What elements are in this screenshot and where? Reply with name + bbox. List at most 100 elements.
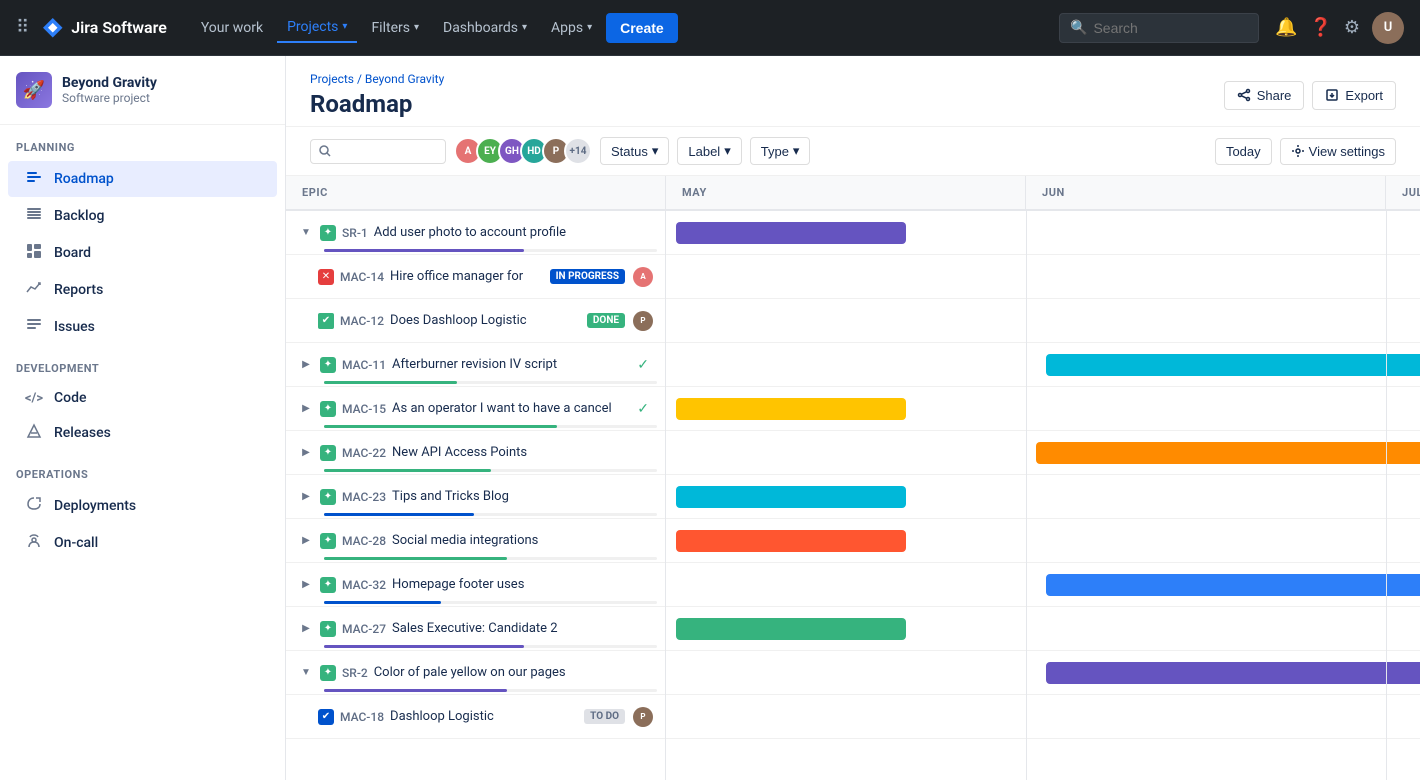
timeline-row-mac23 — [666, 475, 1420, 519]
epic-row-mac27[interactable]: ▶ ✦ MAC-27 Sales Executive: Candidate 2 — [286, 607, 665, 651]
export-button[interactable]: Export — [1312, 81, 1396, 110]
status-filter-button[interactable]: Status ▾ — [600, 137, 669, 165]
expand-mac32[interactable]: ▶ — [298, 577, 314, 593]
expand-sr1[interactable]: ▼ — [298, 225, 314, 241]
mac14-type-icon: ✕ — [318, 269, 334, 285]
nav-dashboards[interactable]: Dashboards ▾ — [433, 14, 537, 42]
expand-sr2[interactable]: ▼ — [298, 665, 314, 681]
expand-mac22[interactable]: ▶ — [298, 445, 314, 461]
projects-chevron-icon: ▾ — [342, 21, 347, 32]
filters-bar: A EY GH HD P +14 Status ▾ Label ▾ Type ▾… — [286, 127, 1420, 176]
nav-your-work[interactable]: Your work — [191, 14, 273, 42]
mac15-type-icon: ✦ — [320, 401, 336, 417]
timeline-row-mac18 — [666, 695, 1420, 739]
expand-mac11[interactable]: ▶ — [298, 357, 314, 373]
expand-mac23[interactable]: ▶ — [298, 489, 314, 505]
mac32-name: Homepage footer uses — [392, 577, 653, 592]
bar-sr1[interactable] — [676, 222, 906, 244]
bar-mac28[interactable] — [676, 530, 906, 552]
mac22-name: New API Access Points — [392, 445, 653, 460]
search-box[interactable]: 🔍 — [1059, 13, 1259, 43]
month-jul: JUL — [1386, 176, 1420, 209]
sidebar-item-code[interactable]: </> Code — [8, 382, 277, 414]
view-settings-button[interactable]: View settings — [1280, 138, 1396, 165]
sidebar-item-backlog[interactable]: Backlog — [8, 198, 277, 234]
page-title: Roadmap — [310, 90, 444, 118]
bar-mac22[interactable] — [1036, 442, 1420, 464]
bar-mac32[interactable] — [1046, 574, 1420, 596]
nav-projects[interactable]: Projects ▾ — [277, 13, 357, 43]
today-button[interactable]: Today — [1215, 138, 1272, 165]
planning-section-label: PLANNING — [0, 125, 285, 160]
type-chevron-icon: ▾ — [793, 143, 800, 159]
notifications-icon[interactable]: 🔔 — [1275, 17, 1297, 38]
sidebar-item-reports[interactable]: Reports — [8, 272, 277, 308]
epic-row-mac22[interactable]: ▶ ✦ MAC-22 New API Access Points — [286, 431, 665, 475]
code-icon: </> — [24, 391, 44, 406]
mac23-progress — [324, 513, 657, 516]
mac15-progress — [324, 425, 657, 428]
mac12-avatar: P — [633, 311, 653, 331]
epic-row-mac11[interactable]: ▶ ✦ MAC-11 Afterburner revision IV scrip… — [286, 343, 665, 387]
mac22-id: MAC-22 — [342, 446, 386, 460]
search-input[interactable] — [1093, 20, 1233, 36]
help-icon[interactable]: ❓ — [1309, 17, 1331, 38]
epic-row-mac28[interactable]: ▶ ✦ MAC-28 Social media integrations — [286, 519, 665, 563]
mac28-name: Social media integrations — [392, 533, 653, 548]
epic-row-sr2[interactable]: ▼ ✦ SR-2 Color of pale yellow on our pag… — [286, 651, 665, 695]
sr1-name: Add user photo to account profile — [374, 225, 653, 240]
board-icon — [24, 243, 44, 263]
filter-text-input[interactable] — [337, 144, 437, 159]
label-chevron-icon: ▾ — [724, 143, 731, 159]
nav-apps[interactable]: Apps ▾ — [541, 14, 602, 42]
settings-icon[interactable]: ⚙ — [1344, 17, 1360, 38]
mac14-avatar: A — [633, 267, 653, 287]
breadcrumb-beyond-gravity[interactable]: Beyond Gravity — [365, 72, 444, 86]
bar-mac11[interactable] — [1046, 354, 1420, 376]
sidebar-item-issues[interactable]: Issues — [8, 309, 277, 345]
epic-row-mac15[interactable]: ▶ ✦ MAC-15 As an operator I want to have… — [286, 387, 665, 431]
mac11-type-icon: ✦ — [320, 357, 336, 373]
create-button[interactable]: Create — [606, 13, 678, 43]
jira-logo[interactable]: Jira Software — [41, 16, 167, 40]
label-filter-button[interactable]: Label ▾ — [677, 137, 741, 165]
sidebar-item-releases[interactable]: Releases — [8, 415, 277, 451]
mac32-progress — [324, 601, 657, 604]
bar-mac27[interactable] — [676, 618, 906, 640]
jun-jul-divider — [1386, 211, 1387, 780]
timeline-row-mac32 — [666, 563, 1420, 607]
epic-row-mac23[interactable]: ▶ ✦ MAC-23 Tips and Tricks Blog — [286, 475, 665, 519]
epic-row-mac12[interactable]: ✔ MAC-12 Does Dashloop Logistic DONE P — [286, 299, 665, 343]
nav-filters[interactable]: Filters ▾ — [361, 14, 429, 42]
releases-icon — [24, 423, 44, 443]
development-section-label: DEVELOPMENT — [0, 346, 285, 381]
sidebar-item-deployments[interactable]: Deployments — [8, 488, 277, 524]
mac22-type-icon: ✦ — [320, 445, 336, 461]
sidebar-item-oncall[interactable]: On-call — [8, 525, 277, 561]
breadcrumb-projects[interactable]: Projects — [310, 72, 354, 86]
month-may: MAY — [666, 176, 1026, 209]
type-filter-button[interactable]: Type ▾ — [750, 137, 811, 165]
mac23-type-icon: ✦ — [320, 489, 336, 505]
expand-mac27[interactable]: ▶ — [298, 621, 314, 637]
reports-label: Reports — [54, 282, 103, 298]
sidebar-item-board[interactable]: Board — [8, 235, 277, 271]
apps-chevron-icon: ▾ — [587, 22, 592, 33]
expand-mac15[interactable]: ▶ — [298, 401, 314, 417]
user-avatar[interactable]: U — [1372, 12, 1404, 44]
share-button[interactable]: Share — [1224, 81, 1305, 110]
epic-row-mac18[interactable]: ✔ MAC-18 Dashloop Logistic TO DO P — [286, 695, 665, 739]
expand-mac28[interactable]: ▶ — [298, 533, 314, 549]
epic-row-mac32[interactable]: ▶ ✦ MAC-32 Homepage footer uses — [286, 563, 665, 607]
epic-row-sr1[interactable]: ▼ ✦ SR-1 Add user photo to account profi… — [286, 211, 665, 255]
sidebar-item-roadmap[interactable]: Roadmap — [8, 161, 277, 197]
epic-row-mac14[interactable]: ✕ MAC-14 Hire office manager for IN PROG… — [286, 255, 665, 299]
app-grid-icon[interactable]: ⠿ — [16, 17, 29, 38]
mac27-type-icon: ✦ — [320, 621, 336, 637]
bar-sr2[interactable] — [1046, 662, 1420, 684]
bar-mac15[interactable] — [676, 398, 906, 420]
bar-mac23[interactable] — [676, 486, 906, 508]
mac12-id: MAC-12 — [340, 314, 384, 328]
filter-search-box[interactable] — [310, 139, 446, 164]
more-avatars-badge[interactable]: +14 — [564, 137, 592, 165]
